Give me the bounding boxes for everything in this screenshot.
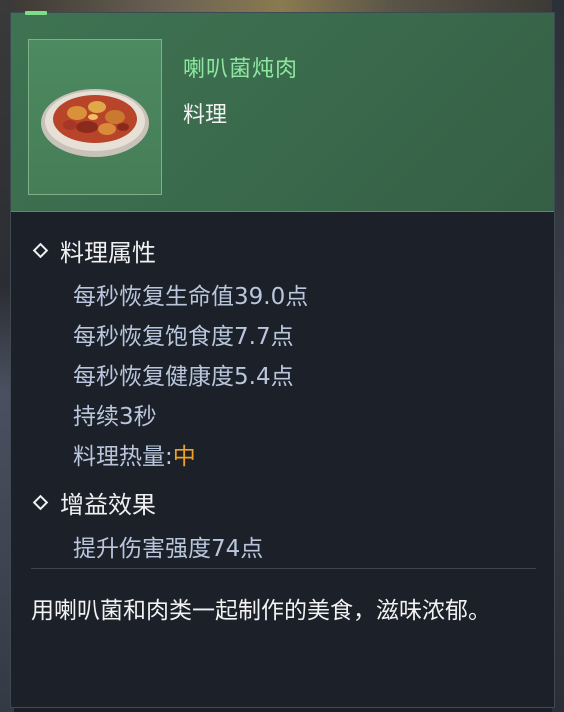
heat-label: 料理热量: [73,444,173,470]
diamond-bullet-icon [32,494,49,511]
attr-line: 每秒恢复健康度5.4点 [73,364,294,390]
item-icon-frame [28,39,162,195]
item-name: 喇叭菌炖肉 [183,57,299,82]
item-type: 料理 [183,103,228,128]
header-accent [25,11,47,15]
heat-line: 料理热量:中 [73,437,196,471]
buff-title: 增益效果 [31,485,156,520]
buff-line: 提升伤害强度74点 [73,536,264,562]
attr-line: 每秒恢复生命值39.0点 [73,284,309,310]
attr-line: 每秒恢复饱食度7.7点 [73,324,294,350]
item-description: 用喇叭菌和肉类一起制作的美食，滋味浓郁。 [31,598,491,624]
tooltip-header: 喇叭菌炖肉 料理 [11,11,554,212]
item-tooltip: 喇叭菌炖肉 料理 料理属性 每秒恢复生命值39.0点 每秒恢复饱食度7.7点 每… [10,11,555,708]
game-background-top [0,0,564,12]
divider [31,568,536,569]
attr-line: 持续3秒 [73,404,157,430]
heat-value: 中 [172,444,196,470]
diamond-bullet-icon [32,242,49,259]
cooking-attrs-title: 料理属性 [31,233,156,268]
stew-dish-icon [41,89,149,157]
